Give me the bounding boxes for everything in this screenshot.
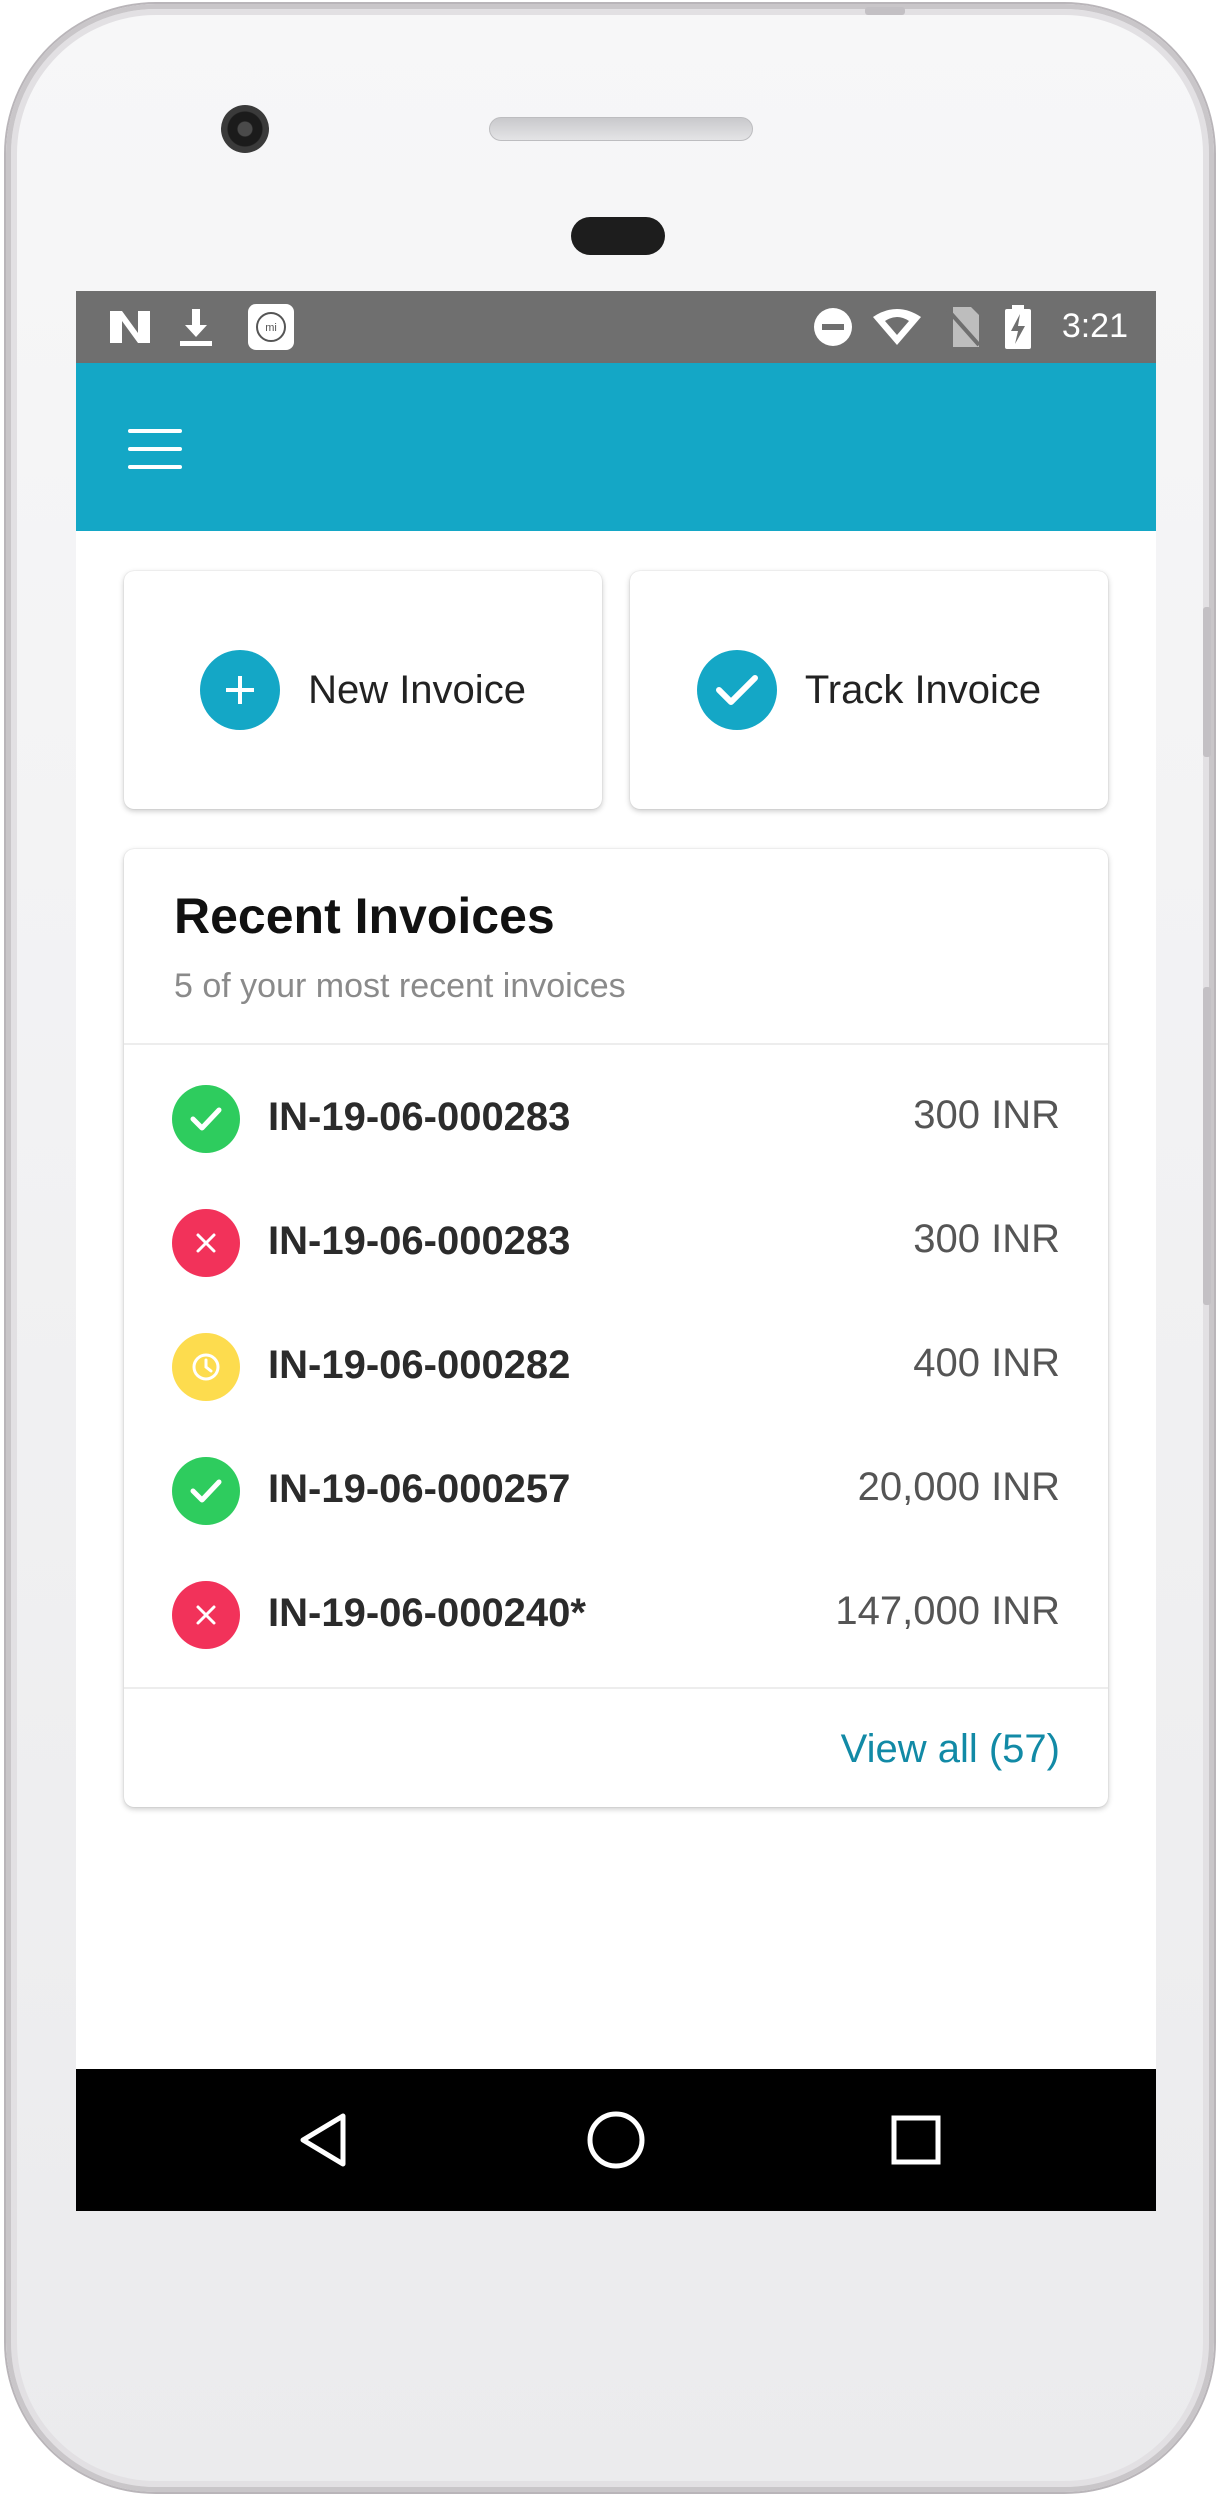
no-sim-icon [942,305,984,349]
invoice-row[interactable]: IN-19-06-000282 400 INR [124,1293,1108,1417]
phone-frame: mi 3:21 New Invoice Track Invoice Recent… [6,4,1214,2492]
phone-side-button-bottom [1203,987,1211,1305]
invoice-row[interactable]: IN-19-06-000283 300 INR [124,1169,1108,1293]
home-icon[interactable] [581,2105,651,2175]
earpiece-speaker [489,117,753,141]
recent-invoices-title: Recent Invoices [174,888,555,944]
recents-icon[interactable] [881,2105,951,2175]
download-icon [172,305,220,349]
main-content: New Invoice Track Invoice Recent Invoice… [76,531,1156,1971]
screen: mi 3:21 New Invoice Track Invoice Recent… [76,291,1156,2211]
invoice-id: IN-19-06-000283 [268,1219,571,1263]
recent-invoices-card: Recent Invoices 5 of your most recent in… [124,849,1108,1807]
invoice-row[interactable]: IN-19-06-000240* 147,000 INR [124,1541,1108,1665]
phone-side-button-top [1203,607,1211,757]
invoice-id: IN-19-06-000282 [268,1343,571,1387]
check-icon [172,1085,240,1153]
footer-divider [124,1687,1108,1689]
n-logo-icon [106,305,154,349]
invoice-id: IN-19-06-000283 [268,1095,571,1139]
status-bar: mi 3:21 [76,291,1156,363]
check-icon [696,650,777,730]
invoice-row[interactable]: IN-19-06-000283 300 INR [124,1045,1108,1169]
invoice-amount: 300 INR [913,1093,1060,1137]
status-time: 3:21 [1061,307,1128,345]
proximity-sensor [571,217,665,255]
invoice-amount: 300 INR [913,1217,1060,1261]
close-icon [172,1209,240,1277]
mi-app-icon: mi [246,304,296,350]
new-invoice-label: New Invoice [308,667,526,712]
invoice-id: IN-19-06-000240* [268,1591,586,1635]
app-bar [76,363,1156,531]
front-camera [221,105,269,153]
recent-invoices-subtitle: 5 of your most recent invoices [174,967,626,1005]
phone-top-button [865,7,905,15]
new-invoice-button[interactable]: New Invoice [124,571,602,809]
plus-icon [200,650,281,730]
invoice-row[interactable]: IN-19-06-000257 20,000 INR [124,1417,1108,1541]
close-icon [172,1581,240,1649]
invoice-amount: 400 INR [913,1341,1060,1385]
invoice-id: IN-19-06-000257 [268,1467,571,1511]
invoice-amount: 20,000 INR [857,1465,1060,1509]
track-invoice-label: Track Invoice [804,667,1042,712]
do-not-disturb-icon [810,305,856,349]
clock-icon [172,1333,240,1401]
hamburger-menu-icon[interactable] [128,429,184,469]
invoice-amount: 147,000 INR [835,1589,1060,1633]
back-icon[interactable] [288,2105,358,2175]
navigation-bar [76,2069,1156,2211]
check-icon [172,1457,240,1525]
wifi-icon [870,305,924,349]
track-invoice-button[interactable]: Track Invoice [630,571,1108,809]
view-all-link[interactable]: View all (57) [841,1727,1060,1772]
battery-charging-icon [1000,305,1036,349]
svg-text:mi: mi [265,322,277,334]
